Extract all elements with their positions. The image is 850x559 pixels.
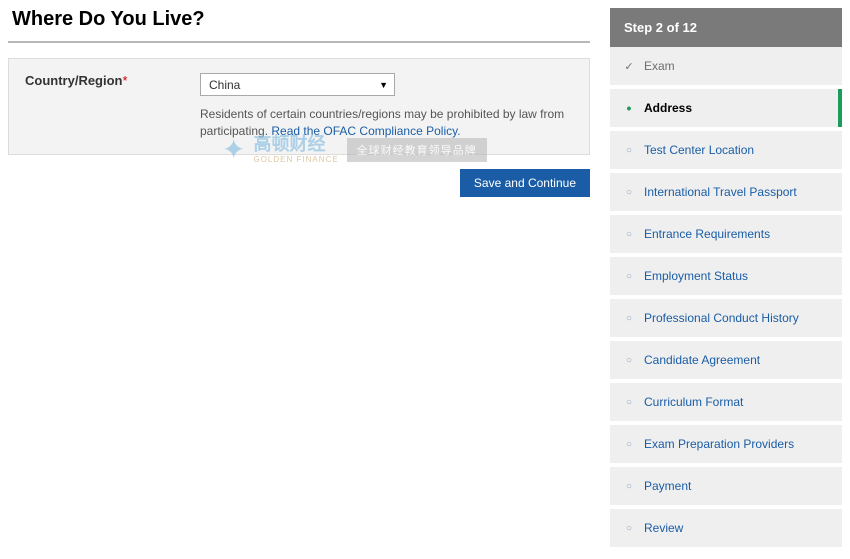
check-icon: ✓ xyxy=(624,60,634,73)
step-label: Exam xyxy=(644,59,675,73)
country-select-value: China xyxy=(209,78,240,92)
step-item-address[interactable]: • Address xyxy=(610,89,842,131)
step-item-review[interactable]: ○ Review xyxy=(610,509,842,551)
circle-icon: ○ xyxy=(624,481,634,492)
save-continue-button[interactable]: Save and Continue xyxy=(460,169,590,197)
step-label: Curriculum Format xyxy=(644,395,743,409)
circle-icon: ○ xyxy=(624,229,634,240)
helper-text: Residents of certain countries/regions m… xyxy=(200,106,573,140)
divider xyxy=(8,41,590,43)
step-item-candidate-agreement[interactable]: ○ Candidate Agreement xyxy=(610,341,842,383)
step-item-entrance-requirements[interactable]: ○ Entrance Requirements xyxy=(610,215,842,257)
country-select[interactable]: China ▼ xyxy=(200,73,395,96)
step-label: Test Center Location xyxy=(644,143,754,157)
ofac-link[interactable]: Read the OFAC Compliance Policy. xyxy=(271,124,460,138)
step-label: Employment Status xyxy=(644,269,748,283)
step-item-payment[interactable]: ○ Payment xyxy=(610,467,842,509)
step-label: Entrance Requirements xyxy=(644,227,770,241)
step-label: Payment xyxy=(644,479,691,493)
step-item-international-travel-passport[interactable]: ○ International Travel Passport xyxy=(610,173,842,215)
step-item-professional-conduct-history[interactable]: ○ Professional Conduct History xyxy=(610,299,842,341)
current-dot-icon: • xyxy=(624,103,634,113)
circle-icon: ○ xyxy=(624,187,634,198)
step-label: Address xyxy=(644,101,692,115)
form-region: Country/Region* China ▼ Residents of cer… xyxy=(8,58,590,155)
step-item-exam-preparation-providers[interactable]: ○ Exam Preparation Providers xyxy=(610,425,842,467)
step-label: Candidate Agreement xyxy=(644,353,760,367)
circle-icon: ○ xyxy=(624,523,634,534)
step-label: Exam Preparation Providers xyxy=(644,437,794,451)
step-item-curriculum-format[interactable]: ○ Curriculum Format xyxy=(610,383,842,425)
step-label: Professional Conduct History xyxy=(644,311,799,325)
chevron-down-icon: ▼ xyxy=(379,80,388,90)
step-header: Step 2 of 12 xyxy=(610,8,842,47)
circle-icon: ○ xyxy=(624,397,634,408)
country-label: Country/Region xyxy=(25,73,123,88)
circle-icon: ○ xyxy=(624,271,634,282)
page-title: Where Do You Live? xyxy=(8,8,590,31)
step-item-employment-status[interactable]: ○ Employment Status xyxy=(610,257,842,299)
progress-sidebar: Step 2 of 12 ✓ Exam • Address ○ Test Center L… xyxy=(610,8,842,551)
step-item-exam[interactable]: ✓ Exam xyxy=(610,47,842,89)
step-label: Review xyxy=(644,521,683,535)
circle-icon: ○ xyxy=(624,313,634,324)
step-item-test-center-location[interactable]: ○ Test Center Location xyxy=(610,131,842,173)
circle-icon: ○ xyxy=(624,355,634,366)
required-indicator: * xyxy=(123,73,128,88)
circle-icon: ○ xyxy=(624,145,634,156)
circle-icon: ○ xyxy=(624,439,634,450)
step-label: International Travel Passport xyxy=(644,185,797,199)
